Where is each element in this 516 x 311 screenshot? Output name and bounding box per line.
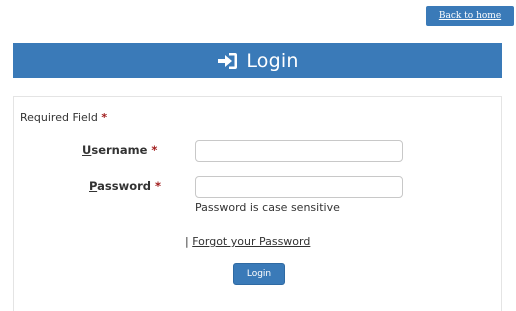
- login-title: Login: [246, 49, 299, 72]
- sign-in-icon: [216, 51, 238, 71]
- forgot-separator: |: [185, 235, 189, 248]
- username-label-accesskey: U: [82, 143, 92, 157]
- password-input[interactable]: [195, 176, 403, 198]
- forgot-password-row: | Forgot your Password: [185, 235, 310, 248]
- password-label-text: assword: [97, 179, 152, 193]
- login-button[interactable]: Login: [233, 263, 285, 285]
- password-hint: Password is case sensitive: [195, 201, 340, 214]
- password-label-accesskey: P: [89, 179, 98, 193]
- username-required-star: *: [151, 143, 158, 157]
- login-page: Back to home Login Required Field * User…: [0, 0, 516, 311]
- username-label-text: sername: [91, 143, 148, 157]
- back-to-home-link[interactable]: Back to home: [426, 6, 514, 26]
- required-field-label: Required Field: [20, 111, 98, 124]
- required-star: *: [101, 111, 108, 124]
- forgot-password-link[interactable]: Forgot your Password: [192, 235, 310, 248]
- username-input[interactable]: [195, 140, 403, 162]
- username-label: Username *: [82, 143, 157, 157]
- password-required-star: *: [155, 179, 162, 193]
- password-label: Password *: [89, 179, 161, 193]
- login-form-panel: Required Field * Username * Password * P…: [13, 96, 502, 311]
- login-header: Login: [13, 43, 502, 78]
- required-field-note: Required Field *: [20, 111, 107, 124]
